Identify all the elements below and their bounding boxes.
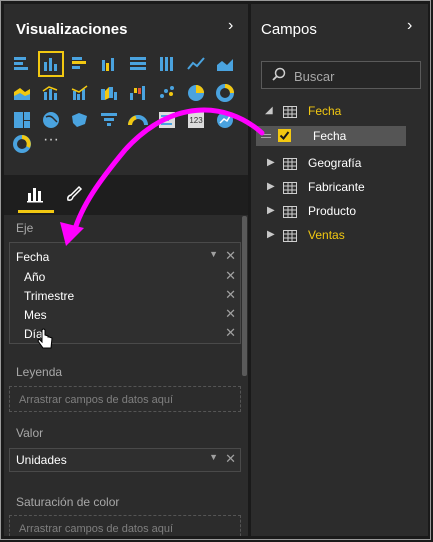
filled-map-icon[interactable]	[70, 110, 90, 130]
axis-well[interactable]: Fecha ▼ ✕ Año ✕ Trimestre ✕ Mes ✕ Día ✕	[9, 242, 241, 344]
dropdown-chevron-icon[interactable]: ▼	[209, 249, 218, 259]
line-and-clustered-column-chart-icon[interactable]	[70, 83, 90, 103]
gauge-icon[interactable]	[128, 110, 148, 130]
color-saturation-drop-zone[interactable]: Arrastrar campos de datos aquí	[9, 515, 241, 536]
axis-subfield-month[interactable]: Mes ✕	[10, 305, 240, 325]
search-icon	[271, 67, 287, 88]
treemap-icon[interactable]	[12, 110, 32, 130]
area-chart-icon[interactable]	[215, 54, 235, 74]
fields-search-box[interactable]: Buscar	[261, 61, 421, 89]
remove-subfield-close-icon[interactable]: ✕	[225, 287, 236, 303]
drag-handle-icon[interactable]	[261, 134, 271, 135]
table-geografia[interactable]: ▶ Geografía	[251, 152, 428, 174]
collapsed-arrow-icon[interactable]: ▶	[267, 229, 275, 240]
remove-subfield-close-icon[interactable]: ✕	[225, 306, 236, 322]
visualizations-pane: Visualizaciones › 123 ··· Eje Fecha ▼ ✕ …	[4, 4, 248, 536]
map-icon[interactable]	[41, 110, 61, 130]
expanded-arrow-icon[interactable]: ◢	[265, 105, 273, 116]
table-icon	[283, 157, 297, 170]
search-placeholder: Buscar	[294, 69, 335, 84]
table-fecha[interactable]: ◢ Fecha	[251, 100, 428, 122]
100-stacked-bar-chart-icon[interactable]	[128, 54, 148, 74]
value-label: Valor	[16, 426, 44, 440]
axis-field-fecha[interactable]: Fecha ▼ ✕	[10, 247, 240, 267]
axis-subfield-year[interactable]: Año ✕	[10, 267, 240, 287]
table-icon	[283, 205, 297, 218]
table-producto[interactable]: ▶ Producto	[251, 200, 428, 222]
remove-field-close-icon[interactable]: ✕	[225, 451, 236, 467]
color-saturation-label: Saturación de color	[16, 495, 120, 509]
funnel-icon[interactable]	[99, 110, 119, 130]
fields-pane: Campos › Buscar ◢ Fecha Fecha ▶ Geografí…	[251, 4, 428, 536]
remove-subfield-close-icon[interactable]: ✕	[225, 325, 236, 341]
line-and-stacked-column-chart-icon[interactable]	[41, 83, 61, 103]
table-icon	[283, 181, 297, 194]
slicer-icon[interactable]	[12, 134, 32, 154]
waterfall-chart-icon[interactable]	[128, 83, 148, 103]
axis-subfield-day[interactable]: Día ✕	[10, 324, 240, 344]
value-well[interactable]: Unidades ▼ ✕	[9, 448, 241, 472]
donut-chart-icon[interactable]	[215, 83, 235, 103]
table-icon	[283, 105, 297, 118]
field-fecha[interactable]: Fecha	[256, 126, 406, 146]
ribbon-chart-icon[interactable]	[99, 83, 119, 103]
fields-title: Campos	[261, 21, 317, 38]
value-field-units[interactable]: Unidades ▼ ✕	[10, 450, 240, 470]
stacked-column-chart-icon[interactable]	[38, 51, 64, 77]
format-tab-paintbrush-icon[interactable]	[62, 183, 84, 205]
collapse-visualizations-chevron-icon[interactable]: ›	[228, 17, 233, 35]
kpi-icon[interactable]	[215, 110, 235, 130]
line-chart-icon[interactable]	[186, 54, 206, 74]
clustered-column-chart-icon[interactable]	[99, 54, 119, 74]
legend-label: Leyenda	[16, 365, 63, 379]
svg-text:123: 123	[189, 116, 203, 125]
collapsed-arrow-icon[interactable]: ▶	[267, 205, 275, 216]
collapsed-arrow-icon[interactable]: ▶	[267, 181, 275, 192]
axis-subfield-quarter[interactable]: Trimestre ✕	[10, 286, 240, 306]
card-icon[interactable]: 123	[186, 110, 206, 130]
table-ventas[interactable]: ▶ Ventas	[251, 224, 428, 246]
collapsed-arrow-icon[interactable]: ▶	[267, 157, 275, 168]
pie-chart-icon[interactable]	[186, 83, 206, 103]
collapse-fields-chevron-icon[interactable]: ›	[407, 17, 412, 35]
dropdown-chevron-icon[interactable]: ▼	[209, 452, 218, 462]
100-stacked-column-chart-icon[interactable]	[157, 54, 177, 74]
remove-subfield-close-icon[interactable]: ✕	[225, 268, 236, 284]
multi-row-card-icon[interactable]	[157, 110, 177, 130]
legend-drop-zone[interactable]: Arrastrar campos de datos aquí	[9, 386, 241, 412]
table-fabricante[interactable]: ▶ Fabricante	[251, 176, 428, 198]
scatter-chart-icon[interactable]	[157, 83, 177, 103]
axis-label: Eje	[16, 221, 34, 235]
remove-field-close-icon[interactable]: ✕	[225, 248, 236, 264]
stacked-area-chart-icon[interactable]	[12, 83, 32, 103]
table-icon	[283, 229, 297, 242]
wells-scrollbar[interactable]	[242, 216, 247, 376]
more-visuals-icon[interactable]: ···	[41, 132, 61, 154]
stacked-bar-chart-icon[interactable]	[12, 54, 32, 74]
fields-tab-chart-icon[interactable]	[24, 183, 46, 205]
field-checkbox[interactable]	[278, 129, 291, 142]
active-tab-indicator	[18, 210, 54, 213]
visualizations-title: Visualizaciones	[16, 21, 128, 38]
clustered-bar-chart-icon[interactable]	[70, 54, 90, 74]
visualizations-tabs	[4, 175, 248, 215]
